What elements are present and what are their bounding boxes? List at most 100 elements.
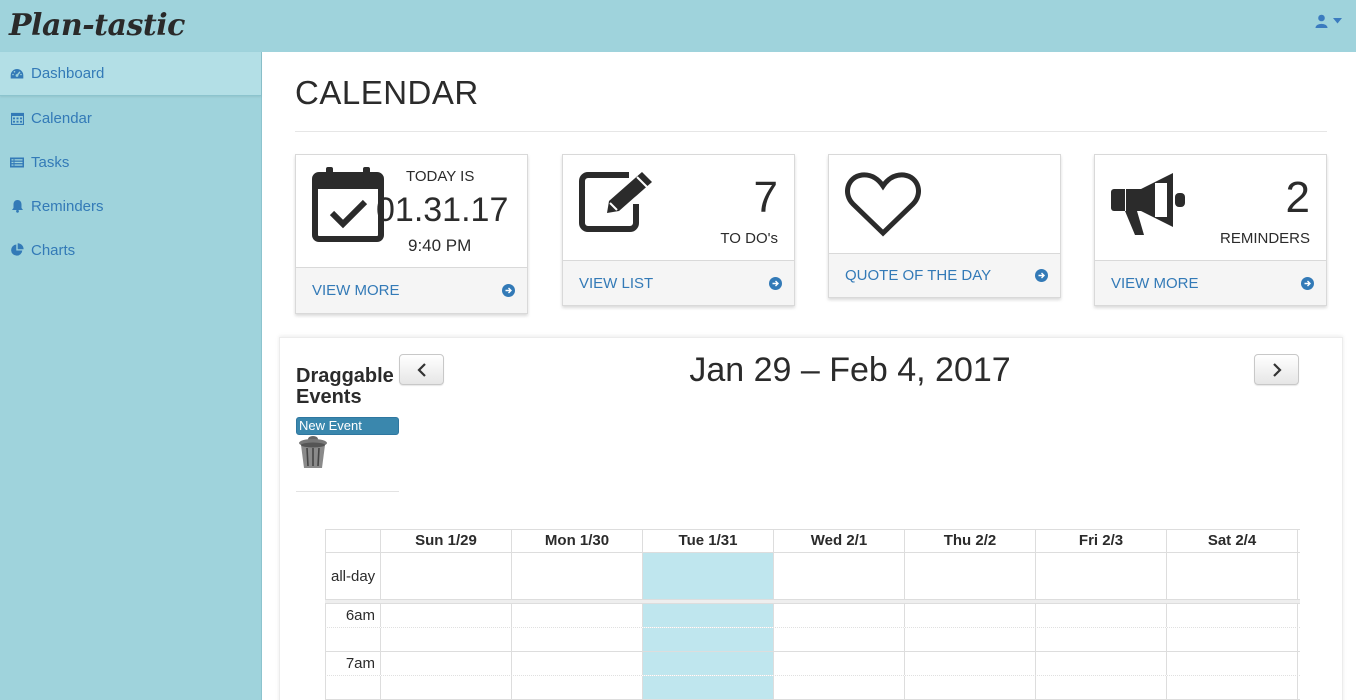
new-event-draggable[interactable]: New Event: [296, 417, 399, 435]
time-slot-today[interactable]: [643, 604, 774, 627]
todos-card-body: 7 TO DO's: [563, 155, 794, 261]
all-day-cell[interactable]: [1167, 553, 1298, 599]
time-slot[interactable]: [774, 652, 905, 675]
sidebar-item-reminders[interactable]: Reminders: [0, 184, 261, 228]
all-day-cell[interactable]: [381, 553, 512, 599]
sidebar-item-label: Charts: [31, 241, 76, 259]
day-header: Tue 1/31: [643, 530, 774, 552]
user-menu[interactable]: [1315, 14, 1342, 28]
calendar-check-icon: [312, 166, 384, 247]
day-header: Sat 2/4: [1167, 530, 1298, 552]
brand-logo[interactable]: Plan-tastic: [9, 8, 185, 43]
time-label-empty: [325, 628, 381, 651]
all-day-cell[interactable]: [774, 553, 905, 599]
time-slot[interactable]: [1167, 676, 1298, 699]
day-header: Wed 2/1: [774, 530, 905, 552]
time-slot[interactable]: [381, 676, 512, 699]
date-range-title: Jan 29 – Feb 4, 2017: [689, 351, 1011, 389]
time-slot[interactable]: [905, 628, 1036, 651]
all-day-cell[interactable]: [905, 553, 1036, 599]
chevron-right-icon: [1272, 362, 1282, 377]
time-slot[interactable]: [905, 676, 1036, 699]
today-card-body: TODAY IS 01.31.17 9:40 PM: [296, 155, 527, 268]
calendar-icon: [10, 111, 24, 125]
arrow-circle-right-icon: [502, 284, 515, 297]
all-day-cell[interactable]: [512, 553, 643, 599]
time-slot[interactable]: [1036, 604, 1167, 627]
day-header: Thu 2/2: [905, 530, 1036, 552]
time-slot[interactable]: [512, 676, 643, 699]
next-week-button[interactable]: [1254, 354, 1299, 385]
day-header-row: Sun 1/29 Mon 1/30 Tue 1/31 Wed 2/1 Thu 2…: [325, 529, 1300, 553]
time-slot[interactable]: [774, 604, 905, 627]
main-content: CALENDAR TODAY IS 01.31.17 9:40 PM VIEW …: [263, 52, 1356, 700]
today-time: 9:40 PM: [408, 236, 472, 255]
time-slot[interactable]: [1167, 628, 1298, 651]
reminders-card-body: 2 REMINDERS: [1095, 155, 1326, 261]
time-slot-today[interactable]: [643, 628, 774, 651]
user-icon: [1315, 14, 1328, 28]
time-slot-today[interactable]: [643, 652, 774, 675]
time-slot[interactable]: [381, 604, 512, 627]
time-slot-row: 6am: [325, 604, 1300, 628]
time-label: 6am: [325, 604, 381, 627]
arrow-circle-right-icon: [769, 276, 782, 290]
heart-icon: [845, 171, 921, 243]
prev-week-button[interactable]: [399, 354, 444, 385]
footer-link-label: VIEW MORE: [312, 282, 400, 299]
time-slot[interactable]: [381, 628, 512, 651]
today-view-more-link[interactable]: VIEW MORE: [296, 268, 527, 313]
all-day-cell[interactable]: [1036, 553, 1167, 599]
arrow-circle-right-icon: [1301, 276, 1314, 290]
quote-card: QUOTE OF THE DAY: [828, 154, 1061, 298]
day-header: Sun 1/29: [381, 530, 512, 552]
todos-count: 7: [753, 173, 778, 222]
caret-down-icon: [1333, 18, 1342, 24]
footer-link-label: VIEW MORE: [1111, 274, 1199, 292]
time-slot-row: [325, 628, 1300, 652]
time-slot[interactable]: [1167, 652, 1298, 675]
view-list-link[interactable]: VIEW LIST: [563, 261, 794, 305]
sidebar-item-charts[interactable]: Charts: [0, 228, 261, 272]
time-label: 7am: [325, 652, 381, 675]
time-slot[interactable]: [1036, 652, 1167, 675]
sidebar-item-calendar[interactable]: Calendar: [0, 96, 261, 140]
today-label: TODAY IS: [406, 168, 475, 185]
time-slot[interactable]: [512, 604, 643, 627]
calendar-panel: Draggable Events New Event Jan 29 – Feb …: [279, 337, 1343, 700]
time-slot-today[interactable]: [643, 676, 774, 699]
quote-of-the-day-link[interactable]: QUOTE OF THE DAY: [829, 254, 1060, 297]
all-day-cell-today[interactable]: [643, 553, 774, 599]
sidebar-item-tasks[interactable]: Tasks: [0, 140, 261, 184]
sidebar-item-dashboard[interactable]: Dashboard: [0, 52, 261, 96]
time-slot[interactable]: [1167, 604, 1298, 627]
sidebar-item-label: Calendar: [31, 109, 92, 127]
today-card: TODAY IS 01.31.17 9:40 PM VIEW MORE: [295, 154, 528, 314]
bell-icon: [10, 199, 24, 213]
time-slot[interactable]: [905, 604, 1036, 627]
time-slot-row: 7am: [325, 652, 1300, 676]
reminders-caption: REMINDERS: [1219, 230, 1310, 247]
dashboard-icon: [10, 67, 24, 81]
time-slot[interactable]: [774, 628, 905, 651]
time-slot[interactable]: [1036, 676, 1167, 699]
time-slot[interactable]: [1036, 628, 1167, 651]
time-slot[interactable]: [905, 652, 1036, 675]
pie-chart-icon: [10, 243, 24, 257]
trash-icon[interactable]: [298, 434, 328, 470]
sidebar-item-label: Reminders: [31, 197, 104, 215]
reminders-count: 2: [1285, 173, 1310, 222]
page-title: CALENDAR: [295, 74, 479, 111]
draggable-events-title: Draggable Events: [296, 365, 394, 408]
time-slot[interactable]: [381, 652, 512, 675]
time-slot[interactable]: [774, 676, 905, 699]
title-divider: [295, 131, 1327, 132]
bullhorn-icon: [1111, 171, 1189, 242]
time-slot[interactable]: [512, 652, 643, 675]
quote-card-body: [829, 155, 1060, 254]
edit-icon: [579, 170, 657, 237]
list-icon: [10, 155, 24, 169]
time-slot[interactable]: [512, 628, 643, 651]
sidebar-item-label: Tasks: [31, 153, 70, 171]
reminders-view-more-link[interactable]: VIEW MORE: [1095, 261, 1326, 305]
